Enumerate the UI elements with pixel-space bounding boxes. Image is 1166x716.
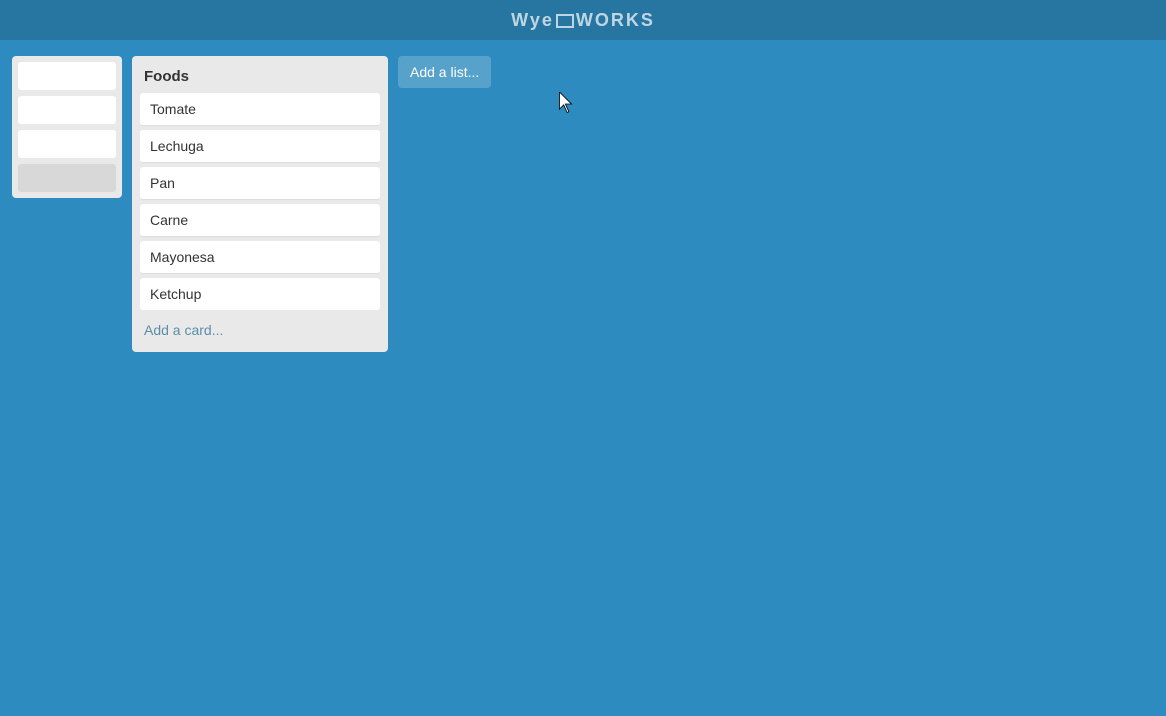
partial-card-1 [18,62,116,90]
partial-card-4 [18,164,116,192]
card-lechuga[interactable]: Lechuga [140,130,380,163]
card-ketchup[interactable]: Ketchup [140,278,380,310]
partial-list-left [12,56,122,198]
card-mayonesa[interactable]: Mayonesa [140,241,380,274]
board-area: Foods Tomate Lechuga Pan Carne Mayonesa … [0,40,1166,716]
top-bar: WyeWORKS [0,0,1166,40]
add-card-button[interactable]: Add a card... [140,316,380,344]
cards-container: Tomate Lechuga Pan Carne Mayonesa Ketchu… [140,93,380,310]
partial-card-2 [18,96,116,124]
partial-card-3 [18,130,116,158]
logo: WyeWORKS [511,10,655,31]
card-pan[interactable]: Pan [140,167,380,200]
card-carne[interactable]: Carne [140,204,380,237]
logo-box-icon [556,14,574,28]
foods-list: Foods Tomate Lechuga Pan Carne Mayonesa … [132,56,388,352]
add-list-button[interactable]: Add a list... [398,56,491,88]
card-tomate[interactable]: Tomate [140,93,380,126]
foods-list-title: Foods [140,64,380,93]
